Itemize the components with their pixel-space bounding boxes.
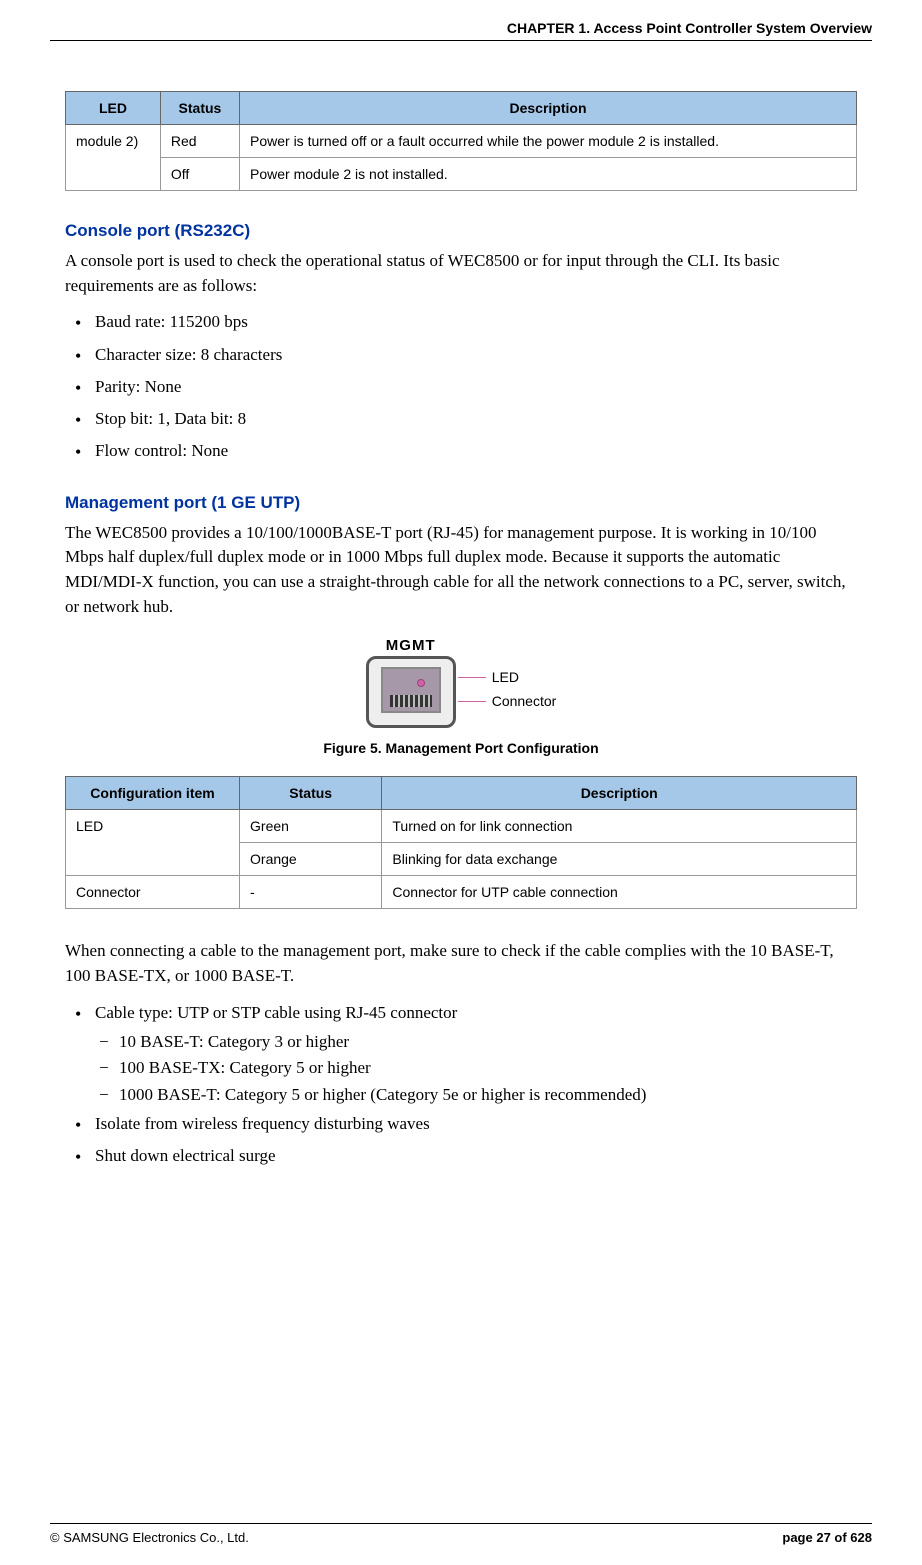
figure-mgmt-port: MGMT LED Connector Figure 5. Management … bbox=[65, 637, 857, 756]
rj45-port-icon bbox=[366, 656, 456, 728]
console-port-intro: A console port is used to check the oper… bbox=[65, 249, 857, 298]
table-header: Description bbox=[240, 92, 857, 125]
list-item-text: Cable type: UTP or STP cable using RJ-45… bbox=[95, 1003, 457, 1022]
table-row: Connector - Connector for UTP cable conn… bbox=[66, 876, 857, 909]
mgmt-port-heading: Management port (1 GE UTP) bbox=[65, 493, 857, 513]
table-cell: Turned on for link connection bbox=[382, 810, 857, 843]
table-cell: Blinking for data exchange bbox=[382, 843, 857, 876]
table-cell: module 2) bbox=[66, 125, 161, 191]
list-item: Character size: 8 characters bbox=[95, 339, 857, 371]
table-header: LED bbox=[66, 92, 161, 125]
figure-caption: Figure 5. Management Port Configuration bbox=[65, 740, 857, 756]
list-item: Baud rate: 115200 bps bbox=[95, 306, 857, 338]
table-cell: Connector for UTP cable connection bbox=[382, 876, 857, 909]
table-cell: Off bbox=[160, 158, 239, 191]
list-item: 100 BASE-TX: Category 5 or higher bbox=[119, 1055, 857, 1081]
list-item: Isolate from wireless frequency disturbi… bbox=[95, 1108, 857, 1140]
page-footer: © SAMSUNG Electronics Co., Ltd. page 27 … bbox=[50, 1523, 872, 1545]
port-label: MGMT bbox=[366, 637, 456, 654]
console-port-heading: Console port (RS232C) bbox=[65, 221, 857, 241]
table-cell: Power is turned off or a fault occurred … bbox=[240, 125, 857, 158]
led-dot-icon bbox=[417, 679, 425, 687]
led-status-table: LED Status Description module 2) Red Pow… bbox=[65, 91, 857, 191]
callout-led: LED bbox=[464, 669, 557, 685]
list-item: Cable type: UTP or STP cable using RJ-45… bbox=[95, 997, 857, 1108]
table-header: Description bbox=[382, 777, 857, 810]
table-cell: Power module 2 is not installed. bbox=[240, 158, 857, 191]
console-requirements-list: Baud rate: 115200 bps Character size: 8 … bbox=[65, 306, 857, 467]
cable-note: When connecting a cable to the managemen… bbox=[65, 939, 857, 988]
table-cell: Orange bbox=[240, 843, 382, 876]
rj45-pins-icon bbox=[390, 695, 432, 707]
list-item: 1000 BASE-T: Category 5 or higher (Categ… bbox=[119, 1082, 857, 1108]
list-item: Parity: None bbox=[95, 371, 857, 403]
list-item: Shut down electrical surge bbox=[95, 1140, 857, 1172]
cable-requirements-list: Cable type: UTP or STP cable using RJ-45… bbox=[65, 997, 857, 1173]
table-header: Status bbox=[240, 777, 382, 810]
table-row: LED Green Turned on for link connection bbox=[66, 810, 857, 843]
table-header: Status bbox=[160, 92, 239, 125]
table-cell: - bbox=[240, 876, 382, 909]
list-item: 10 BASE-T: Category 3 or higher bbox=[119, 1029, 857, 1055]
table-row: module 2) Red Power is turned off or a f… bbox=[66, 125, 857, 158]
footer-page-number: page 27 of 628 bbox=[782, 1530, 872, 1545]
footer-copyright: © SAMSUNG Electronics Co., Ltd. bbox=[50, 1530, 249, 1545]
cable-sublist: 10 BASE-T: Category 3 or higher 100 BASE… bbox=[95, 1029, 857, 1108]
table-row: Off Power module 2 is not installed. bbox=[66, 158, 857, 191]
list-item: Stop bit: 1, Data bit: 8 bbox=[95, 403, 857, 435]
mgmt-config-table: Configuration item Status Description LE… bbox=[65, 776, 857, 909]
table-cell: LED bbox=[66, 810, 240, 876]
list-item: Flow control: None bbox=[95, 435, 857, 467]
chapter-header: CHAPTER 1. Access Point Controller Syste… bbox=[50, 20, 872, 41]
table-cell: Connector bbox=[66, 876, 240, 909]
mgmt-port-intro: The WEC8500 provides a 10/100/1000BASE-T… bbox=[65, 521, 857, 620]
callout-connector: Connector bbox=[464, 693, 557, 709]
table-cell: Green bbox=[240, 810, 382, 843]
table-header: Configuration item bbox=[66, 777, 240, 810]
table-cell: Red bbox=[160, 125, 239, 158]
